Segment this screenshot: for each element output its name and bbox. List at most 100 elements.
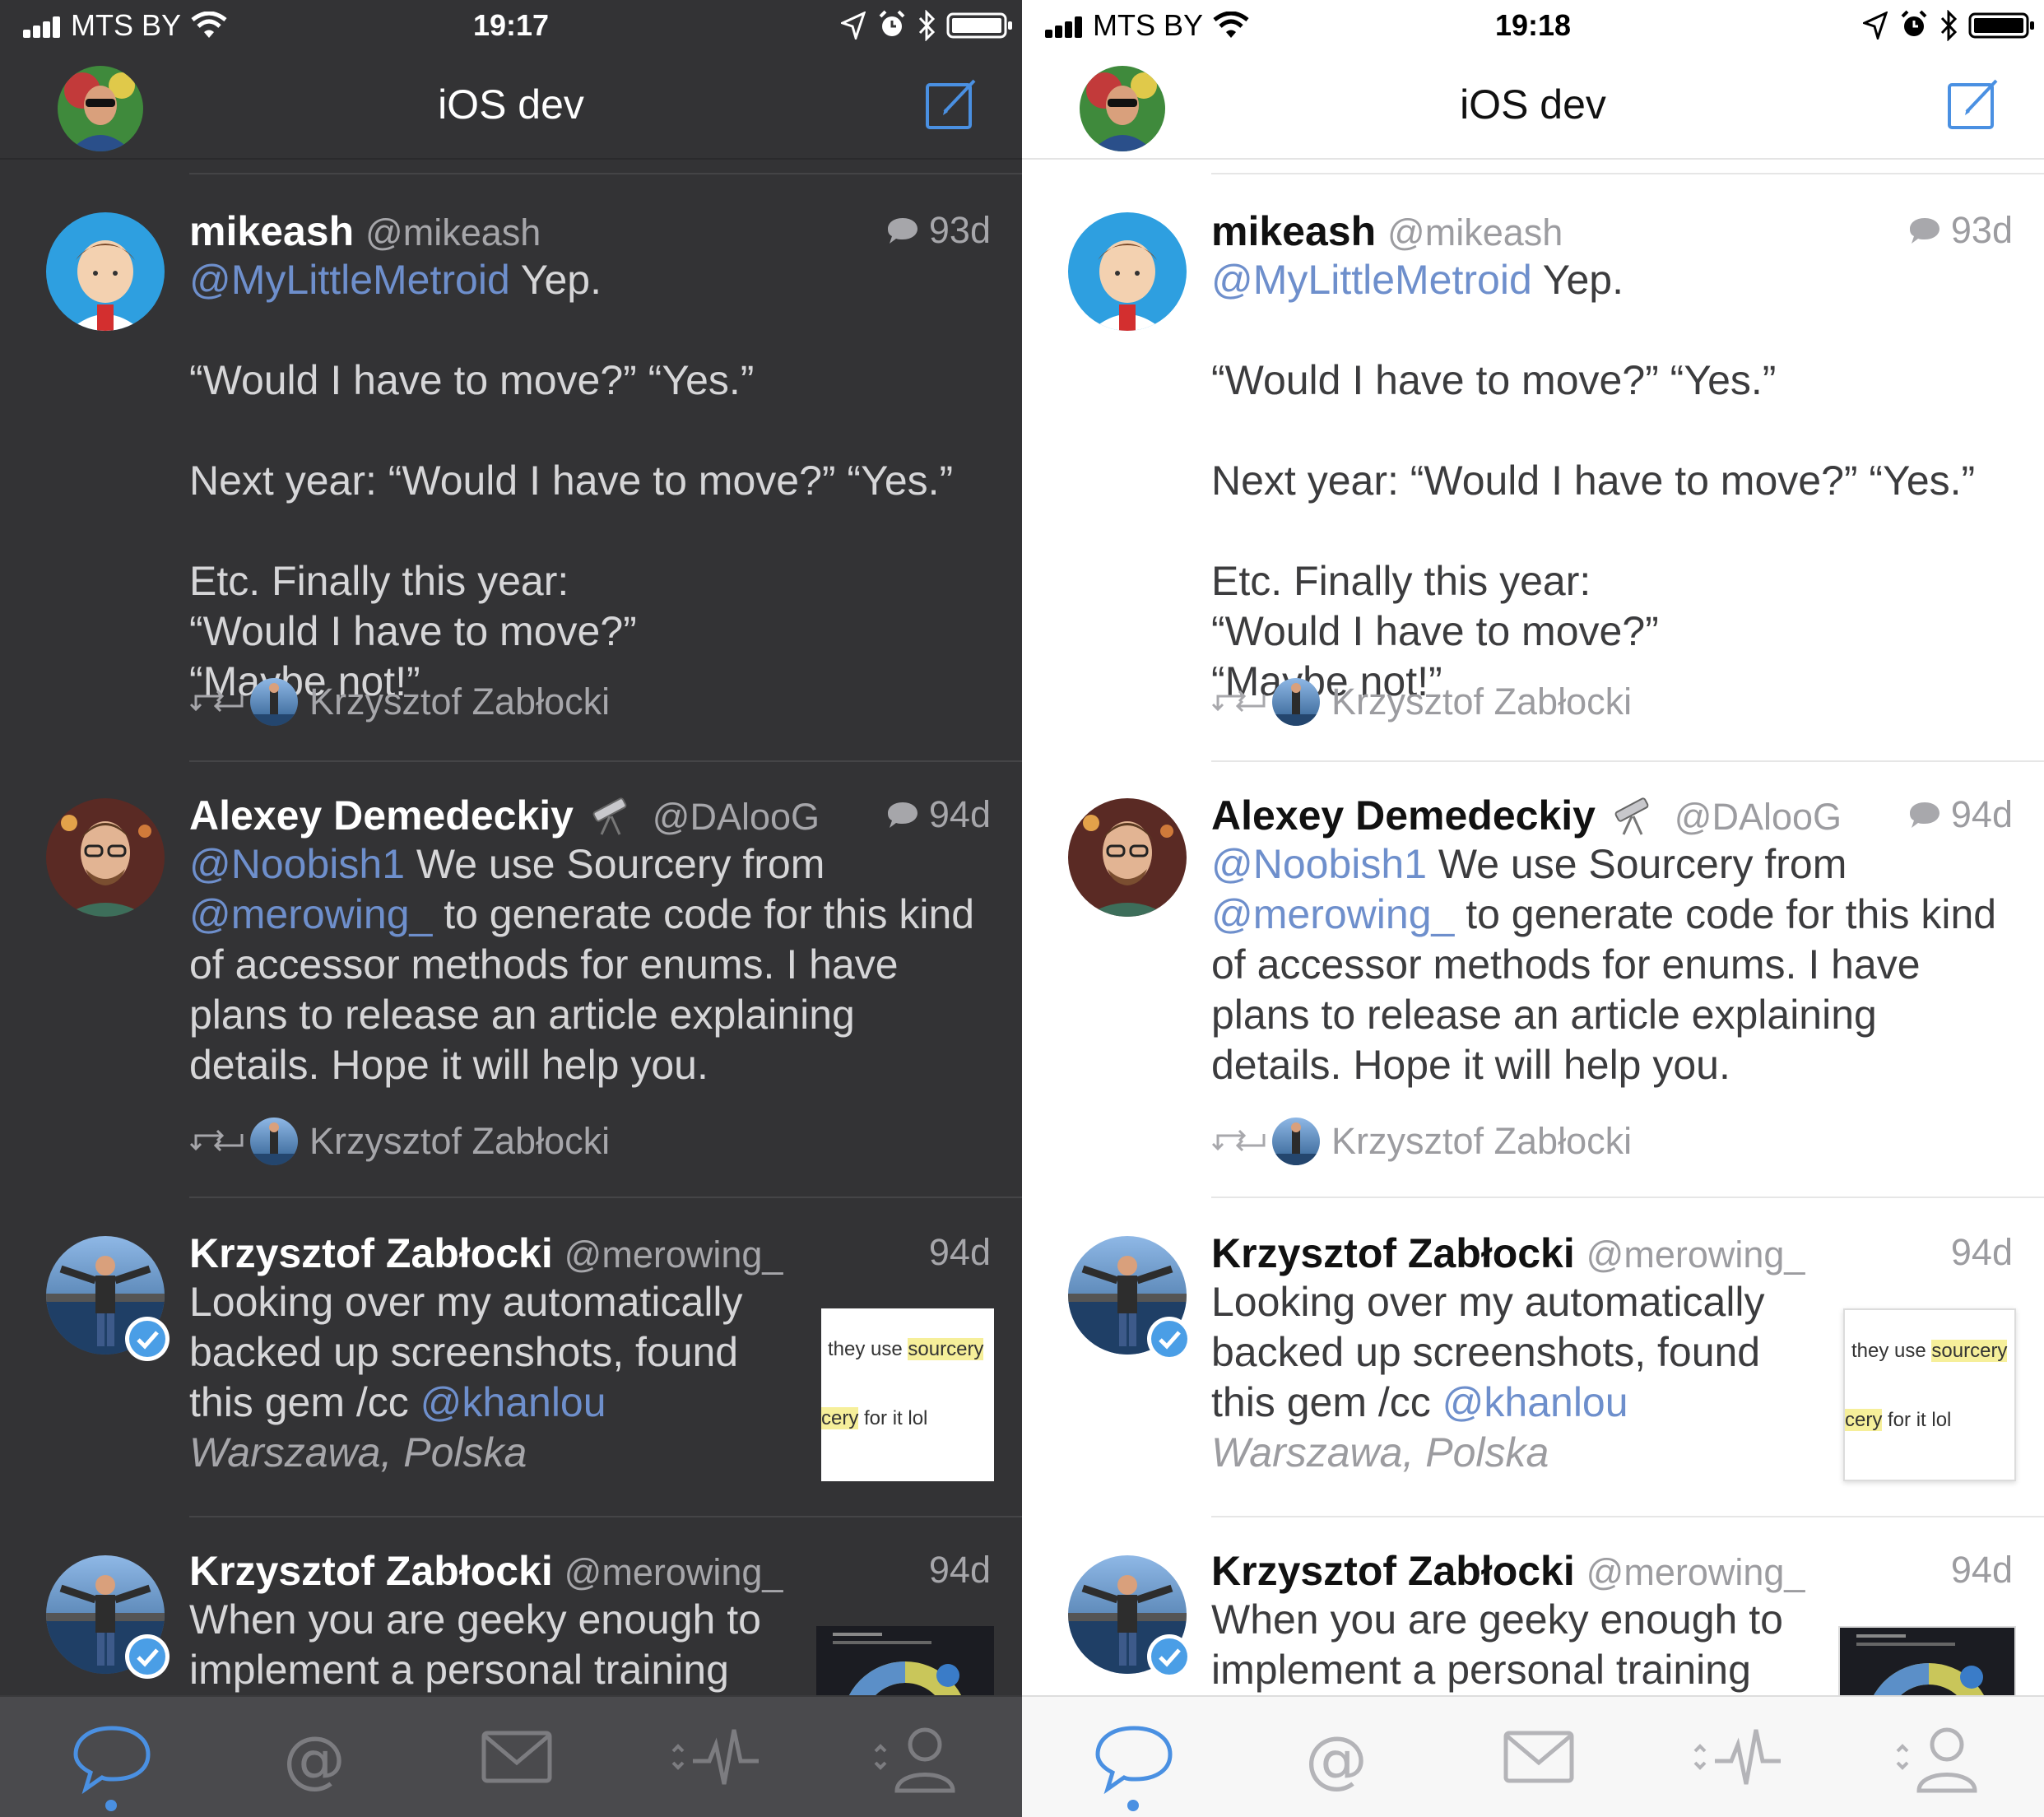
author-name[interactable]: mikeash	[189, 208, 354, 254]
reply-bubble-icon	[887, 218, 917, 244]
verified-badge-icon	[1147, 1634, 1192, 1679]
mention-link[interactable]: @Noobish1	[189, 841, 405, 887]
retweet-row[interactable]: Krzysztof Zabłocki	[1211, 1118, 1632, 1165]
author-name[interactable]: Alexey Demedeckiy	[189, 792, 574, 839]
media-thumbnail[interactable]: they use sourcery cery for it lol	[821, 1308, 994, 1481]
media-thumbnail[interactable]: they use sourcery cery for it lol	[1843, 1308, 2016, 1481]
avatar[interactable]	[1068, 212, 1187, 331]
author-name[interactable]: Krzysztof Zabłocki	[189, 1548, 553, 1594]
tab-messages[interactable]	[1489, 1722, 1588, 1796]
tab-mentions[interactable]: @	[1287, 1722, 1386, 1796]
navigation-bar: iOS dev	[0, 51, 1022, 160]
compose-icon[interactable]	[1947, 76, 2001, 130]
mention-link[interactable]: @MyLittleMetroid	[189, 257, 510, 303]
author-handle[interactable]: @DAlooG	[653, 796, 820, 838]
tab-mentions[interactable]: @	[265, 1722, 364, 1796]
clock: 19:17	[472, 8, 550, 42]
verified-badge-icon	[1147, 1317, 1192, 1361]
tweet-text-fragment: Yep.	[509, 257, 602, 303]
location-arrow-icon	[841, 12, 866, 40]
thumbnail-text: sourcery	[1931, 1340, 2008, 1362]
compose-icon[interactable]	[925, 76, 979, 130]
retweeter-avatar	[1272, 1118, 1320, 1165]
reply-bubble-icon	[887, 802, 917, 828]
tweet-location[interactable]: Warszawa, Polska	[189, 1428, 798, 1478]
mention-link[interactable]: @khanlou	[420, 1379, 606, 1425]
tweet-age: 94d	[1908, 793, 2013, 836]
author-handle[interactable]: @merowing_	[1586, 1551, 1805, 1593]
age-value: 94d	[928, 793, 991, 835]
mention-link[interactable]: @khanlou	[1442, 1379, 1628, 1425]
tweet-header: Alexey Demedeckiy @DAlooG	[189, 792, 820, 839]
list-top-divider	[189, 173, 1022, 174]
tab-timeline[interactable]	[1085, 1722, 1183, 1796]
author-handle[interactable]: @mikeash	[1387, 211, 1563, 253]
avatar[interactable]	[46, 798, 165, 917]
svg-text:@: @	[1305, 1722, 1368, 1796]
battery-icon	[946, 12, 1012, 39]
author-handle[interactable]: @DAlooG	[1675, 796, 1842, 838]
author-name[interactable]: mikeash	[1211, 208, 1376, 254]
retweeter-name: Krzysztof Zabłocki	[1331, 681, 1633, 723]
author-handle[interactable]: @merowing_	[1586, 1234, 1805, 1276]
tweet-text-fragment: We use Sourcery from	[1427, 841, 1847, 887]
mention-link[interactable]: @merowing_	[189, 891, 432, 937]
tweet-text: @MyLittleMetroid Yep. “Would I have to m…	[189, 255, 1004, 707]
tab-activity[interactable]	[1692, 1722, 1791, 1796]
mentions-icon: @	[1305, 1722, 1368, 1796]
tab-timeline[interactable]	[63, 1722, 161, 1796]
author-name[interactable]: Krzysztof Zabłocki	[1211, 1548, 1575, 1594]
avatar[interactable]	[46, 212, 165, 331]
author-handle[interactable]: @merowing_	[564, 1551, 783, 1593]
clock: 19:18	[1494, 8, 1572, 42]
author-name[interactable]: Krzysztof Zabłocki	[1211, 1230, 1575, 1276]
svg-text:@: @	[283, 1722, 346, 1796]
avatar[interactable]	[1068, 798, 1187, 917]
navigation-bar: iOS dev	[1022, 51, 2044, 160]
tweet-age: 94d	[1951, 1549, 2013, 1592]
battery-icon	[1968, 12, 2034, 39]
tweet-header: Krzysztof Zabłocki @merowing_	[189, 1229, 783, 1277]
author-handle[interactable]: @merowing_	[564, 1234, 783, 1276]
tweet-age: 94d	[886, 793, 991, 836]
messages-icon	[1503, 1731, 1574, 1783]
tab-activity[interactable]	[670, 1722, 769, 1796]
tweet-location[interactable]: Warszawa, Polska	[1211, 1428, 1820, 1478]
telescope-emoji-icon	[1614, 797, 1649, 835]
tab-bar: @	[1022, 1695, 2044, 1817]
bluetooth-icon	[1940, 10, 1958, 41]
retweeter-avatar	[250, 678, 298, 726]
thumbnail-text: for it lol	[858, 1407, 928, 1429]
tab-profile[interactable]	[1894, 1722, 1993, 1796]
list-title: iOS dev	[1460, 81, 1606, 128]
retweeter-name: Krzysztof Zabłocki	[309, 1120, 611, 1162]
active-tab-indicator	[1127, 1800, 1139, 1811]
author-name[interactable]: Alexey Demedeckiy	[1211, 792, 1596, 839]
mention-link[interactable]: @merowing_	[1211, 891, 1454, 937]
reply-bubble-icon	[1909, 802, 1939, 828]
thumbnail-text: cery	[821, 1407, 859, 1429]
mention-link[interactable]: @Noobish1	[1211, 841, 1427, 887]
tweet-text-line: Next year: “Would I have to move?” “Yes.…	[1211, 458, 1976, 504]
retweet-row[interactable]: Krzysztof Zabłocki	[1211, 678, 1632, 726]
tweet-text: @Noobish1 We use Sourcery from @merowing…	[1211, 839, 2018, 1090]
retweet-row[interactable]: Krzysztof Zabłocki	[189, 678, 610, 726]
list-title: iOS dev	[438, 81, 584, 128]
retweet-row[interactable]: Krzysztof Zabłocki	[189, 1118, 610, 1165]
tweet-text: Looking over my automatically backed up …	[189, 1277, 798, 1478]
retweet-icon	[1211, 690, 1266, 713]
retweet-icon	[189, 1129, 244, 1152]
author-name[interactable]: Krzysztof Zabłocki	[189, 1230, 553, 1276]
age-value: 94d	[928, 1549, 991, 1591]
author-handle[interactable]: @mikeash	[365, 211, 541, 253]
thumbnail-text: sourcery	[908, 1338, 984, 1360]
tab-messages[interactable]	[467, 1722, 566, 1796]
activity-icon	[1693, 1729, 1781, 1785]
tweet-text-fragment: Yep.	[1531, 257, 1624, 303]
mention-link[interactable]: @MyLittleMetroid	[1211, 257, 1532, 303]
list-top-divider	[1211, 173, 2044, 174]
tweet-age: 94d	[929, 1231, 991, 1274]
thumbnail-text: they use	[1851, 1340, 1932, 1362]
dark-theme-screen: MTS BY 19:17 iOS dev mikeash @mikeash 93…	[0, 0, 1022, 1817]
tab-profile[interactable]	[872, 1722, 971, 1796]
